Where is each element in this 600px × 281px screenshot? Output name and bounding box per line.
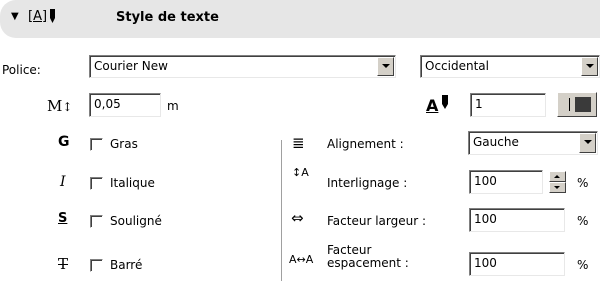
spin-up-button[interactable] xyxy=(549,171,566,182)
width-factor-input[interactable]: 100 xyxy=(469,208,565,232)
line-spacing-unit: % xyxy=(577,176,589,190)
line-spacing-input[interactable]: 100 xyxy=(469,170,543,194)
underline-checkbox[interactable] xyxy=(90,215,103,228)
column-divider xyxy=(281,140,283,281)
chevron-down-icon[interactable] xyxy=(581,57,598,76)
color-swatch xyxy=(575,97,591,112)
spacing-factor-input[interactable]: 100 xyxy=(469,252,565,276)
pen-nib-icon xyxy=(50,9,55,23)
pen-icon: A xyxy=(426,96,439,115)
spacing-factor-label: Facteur espacement : xyxy=(327,243,409,270)
text-size-icon: M↕ xyxy=(47,97,73,115)
pen-input[interactable]: 1 xyxy=(470,93,546,117)
section-title: Style de texte xyxy=(116,10,219,25)
spacing-factor-unit: % xyxy=(577,258,589,272)
strikethrough-label: Barré xyxy=(110,258,143,272)
strikethrough-checkbox[interactable] xyxy=(90,259,103,272)
size-input[interactable]: 0,05 xyxy=(89,93,161,117)
police-label: Police: xyxy=(2,63,41,77)
size-unit: m xyxy=(167,99,179,113)
alignment-dropdown[interactable]: Gauche xyxy=(468,131,598,155)
underline-icon: S xyxy=(58,211,68,226)
bold-icon: G xyxy=(58,134,70,150)
width-factor-unit: % xyxy=(577,214,589,228)
spin-down-button[interactable] xyxy=(549,182,566,193)
width-factor-icon: ⇔ xyxy=(291,209,304,227)
script-dropdown[interactable]: Occidental xyxy=(420,55,600,78)
bold-label: Gras xyxy=(110,137,138,151)
pen-color-button[interactable] xyxy=(557,92,597,117)
align-icon: ≣ xyxy=(292,134,305,152)
strikethrough-icon: T xyxy=(58,255,69,273)
section-header[interactable] xyxy=(0,0,600,38)
pen-tip-icon xyxy=(442,95,448,109)
line-spacing-label: Interlignage : xyxy=(327,176,408,190)
spacing-factor-icon: A↔A xyxy=(289,253,314,266)
alignment-label: Alignement : xyxy=(327,137,404,151)
italic-label: Italique xyxy=(110,176,155,190)
collapse-arrow-icon[interactable]: ▼ xyxy=(11,11,19,22)
line-spacing-icon: ↕A xyxy=(292,166,309,179)
italic-checkbox[interactable] xyxy=(90,177,103,190)
chevron-down-icon[interactable] xyxy=(377,57,394,76)
text-style-icon: [A] xyxy=(28,9,48,24)
italic-icon: I xyxy=(60,174,66,190)
underline-label: Souligné xyxy=(110,214,162,228)
bold-checkbox[interactable] xyxy=(90,138,103,151)
chevron-down-icon[interactable] xyxy=(579,133,596,153)
width-factor-label: Facteur largeur : xyxy=(327,214,426,228)
font-dropdown[interactable]: Courier New xyxy=(89,55,396,78)
